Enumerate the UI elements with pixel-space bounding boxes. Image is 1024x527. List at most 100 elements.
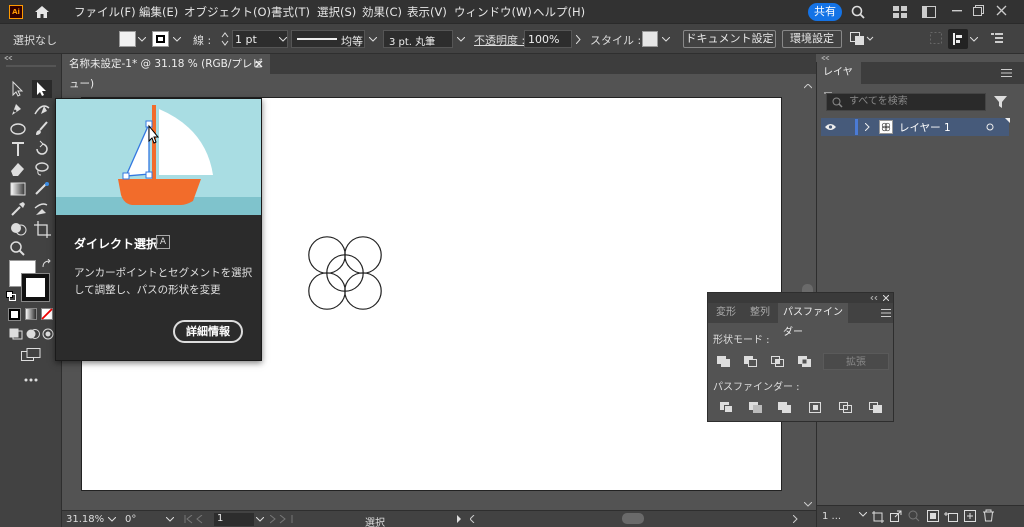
artboard-number-field[interactable]: 1	[214, 513, 254, 526]
trash-icon[interactable]	[983, 509, 994, 522]
minimize-icon[interactable]	[952, 10, 962, 12]
stroke-swatch[interactable]	[152, 31, 169, 47]
shape-builder-tool[interactable]	[8, 220, 28, 238]
panel-titlebar[interactable]	[708, 293, 893, 303]
maximize-icon[interactable]	[973, 5, 984, 16]
document-setup-button[interactable]: ドキュメント設定	[683, 30, 776, 48]
collapse-panel-icon[interactable]	[870, 296, 878, 300]
blend-tool[interactable]	[32, 200, 52, 218]
menu-select[interactable]: 選択(S)	[317, 4, 356, 20]
unite-icon[interactable]	[716, 355, 732, 369]
scroll-up-icon[interactable]	[804, 84, 812, 89]
close-window-icon[interactable]	[996, 5, 1007, 16]
tab-layers[interactable]: レイヤー	[817, 62, 861, 100]
rotate-tool[interactable]	[32, 140, 52, 158]
chevron-right-icon[interactable]	[865, 123, 870, 131]
layer-row[interactable]: レイヤー 1	[821, 118, 1010, 136]
menu-edit[interactable]: 編集(E)	[139, 4, 178, 20]
menu-window[interactable]: ウィンドウ(W)	[454, 4, 532, 20]
status-menu-icon[interactable]	[457, 515, 462, 523]
divide-icon[interactable]	[719, 401, 735, 415]
fill-swatch[interactable]	[119, 31, 136, 47]
exclude-icon[interactable]	[797, 355, 813, 369]
chevron-down-icon[interactable]	[970, 37, 978, 42]
selection-tool[interactable]	[8, 80, 28, 98]
rotation-value[interactable]: 0°	[125, 514, 136, 525]
default-colors-icon[interactable]	[6, 291, 16, 301]
zoom-level[interactable]: 31.18%	[66, 514, 104, 525]
pen-tool[interactable]	[8, 100, 28, 118]
stroke-profile-select[interactable]: 均等	[291, 30, 365, 48]
artboard-tool[interactable]	[32, 220, 52, 238]
chevron-down-icon[interactable]	[108, 517, 116, 522]
expand-button[interactable]: 拡張	[823, 353, 889, 370]
direct-selection-tool[interactable]	[32, 80, 52, 98]
stepper-icon[interactable]	[221, 32, 229, 46]
close-panel-icon[interactable]	[883, 295, 889, 301]
width-tool[interactable]	[32, 180, 52, 198]
visibility-eye-icon[interactable]	[825, 123, 836, 131]
next-last-artboard-icons[interactable]	[270, 515, 296, 524]
zoom-tool[interactable]	[8, 240, 28, 258]
arrange-icon[interactable]	[850, 32, 874, 46]
screen-mode-icon[interactable]	[21, 348, 41, 362]
eyedropper-tool[interactable]	[8, 200, 28, 218]
locate-object-icon[interactable]	[908, 510, 920, 522]
tab-pathfinder[interactable]: パスファインダー	[778, 303, 848, 338]
export-icon[interactable]	[890, 510, 902, 522]
learn-more-button[interactable]: 詳細情報	[173, 320, 243, 343]
none-mode-icon[interactable]	[41, 308, 53, 320]
opacity-label[interactable]: 不透明度 :	[474, 32, 525, 48]
preferences-button[interactable]: 環境設定	[782, 30, 842, 48]
chevron-down-icon[interactable]	[166, 517, 174, 522]
arrange-documents-icon[interactable]	[893, 6, 907, 18]
minus-back-icon[interactable]	[868, 401, 884, 415]
tab-align[interactable]: 整列	[750, 303, 770, 323]
draw-inside-icon[interactable]	[42, 328, 54, 340]
curvature-tool[interactable]	[32, 100, 52, 118]
chevron-down-icon[interactable]	[256, 517, 264, 522]
close-tab-icon[interactable]	[255, 60, 263, 68]
search-icon[interactable]	[851, 5, 865, 19]
trim-icon[interactable]	[748, 401, 764, 415]
scroll-left-icon[interactable]	[470, 515, 475, 523]
color-mode-button[interactable]	[8, 308, 21, 321]
stroke-color-box[interactable]	[21, 273, 50, 302]
outline-icon[interactable]	[838, 401, 854, 415]
collapse-panel-icon[interactable]	[821, 56, 831, 60]
panel-menu-icon[interactable]	[991, 33, 1003, 43]
layer-name[interactable]: レイヤー 1	[899, 120, 951, 135]
scroll-right-icon[interactable]	[793, 515, 798, 523]
horizontal-scroll-thumb[interactable]	[622, 513, 644, 524]
merge-icon[interactable]	[777, 401, 793, 415]
menu-effect[interactable]: 効果(C)	[362, 4, 402, 20]
scroll-down-icon[interactable]	[804, 502, 812, 507]
menu-type[interactable]: 書式(T)	[271, 4, 310, 20]
tab-transform[interactable]: 変形	[716, 303, 736, 323]
share-button[interactable]: 共有	[808, 3, 842, 21]
ellipse-tool[interactable]	[8, 120, 28, 138]
new-sublayer-icon[interactable]	[944, 510, 958, 522]
draw-normal-icon[interactable]	[9, 328, 23, 340]
swap-colors-icon[interactable]	[41, 259, 53, 269]
type-tool[interactable]	[8, 140, 28, 158]
chevron-down-icon[interactable]	[138, 37, 146, 42]
home-icon[interactable]	[34, 4, 50, 20]
collect-for-export-icon[interactable]	[872, 510, 885, 523]
crop-icon[interactable]	[808, 401, 824, 415]
four-circles-artwork[interactable]	[308, 236, 384, 312]
chevron-down-icon[interactable]	[859, 512, 867, 517]
clipping-mask-icon[interactable]	[927, 510, 939, 522]
new-layer-icon[interactable]	[964, 510, 976, 522]
minus-front-icon[interactable]	[743, 355, 759, 369]
paintbrush-tool[interactable]	[32, 120, 52, 138]
opacity-field[interactable]: 100%	[524, 30, 572, 48]
align-panel-button[interactable]	[948, 29, 968, 49]
chevron-down-icon[interactable]	[457, 37, 465, 42]
brush-definition-select[interactable]: 3 pt. 丸筆	[383, 30, 453, 48]
intersect-icon[interactable]	[770, 355, 786, 369]
draw-behind-icon[interactable]	[26, 328, 40, 340]
lasso-tool[interactable]	[32, 160, 52, 178]
menu-view[interactable]: 表示(V)	[407, 4, 447, 20]
first-prev-artboard-icons[interactable]	[184, 515, 210, 524]
